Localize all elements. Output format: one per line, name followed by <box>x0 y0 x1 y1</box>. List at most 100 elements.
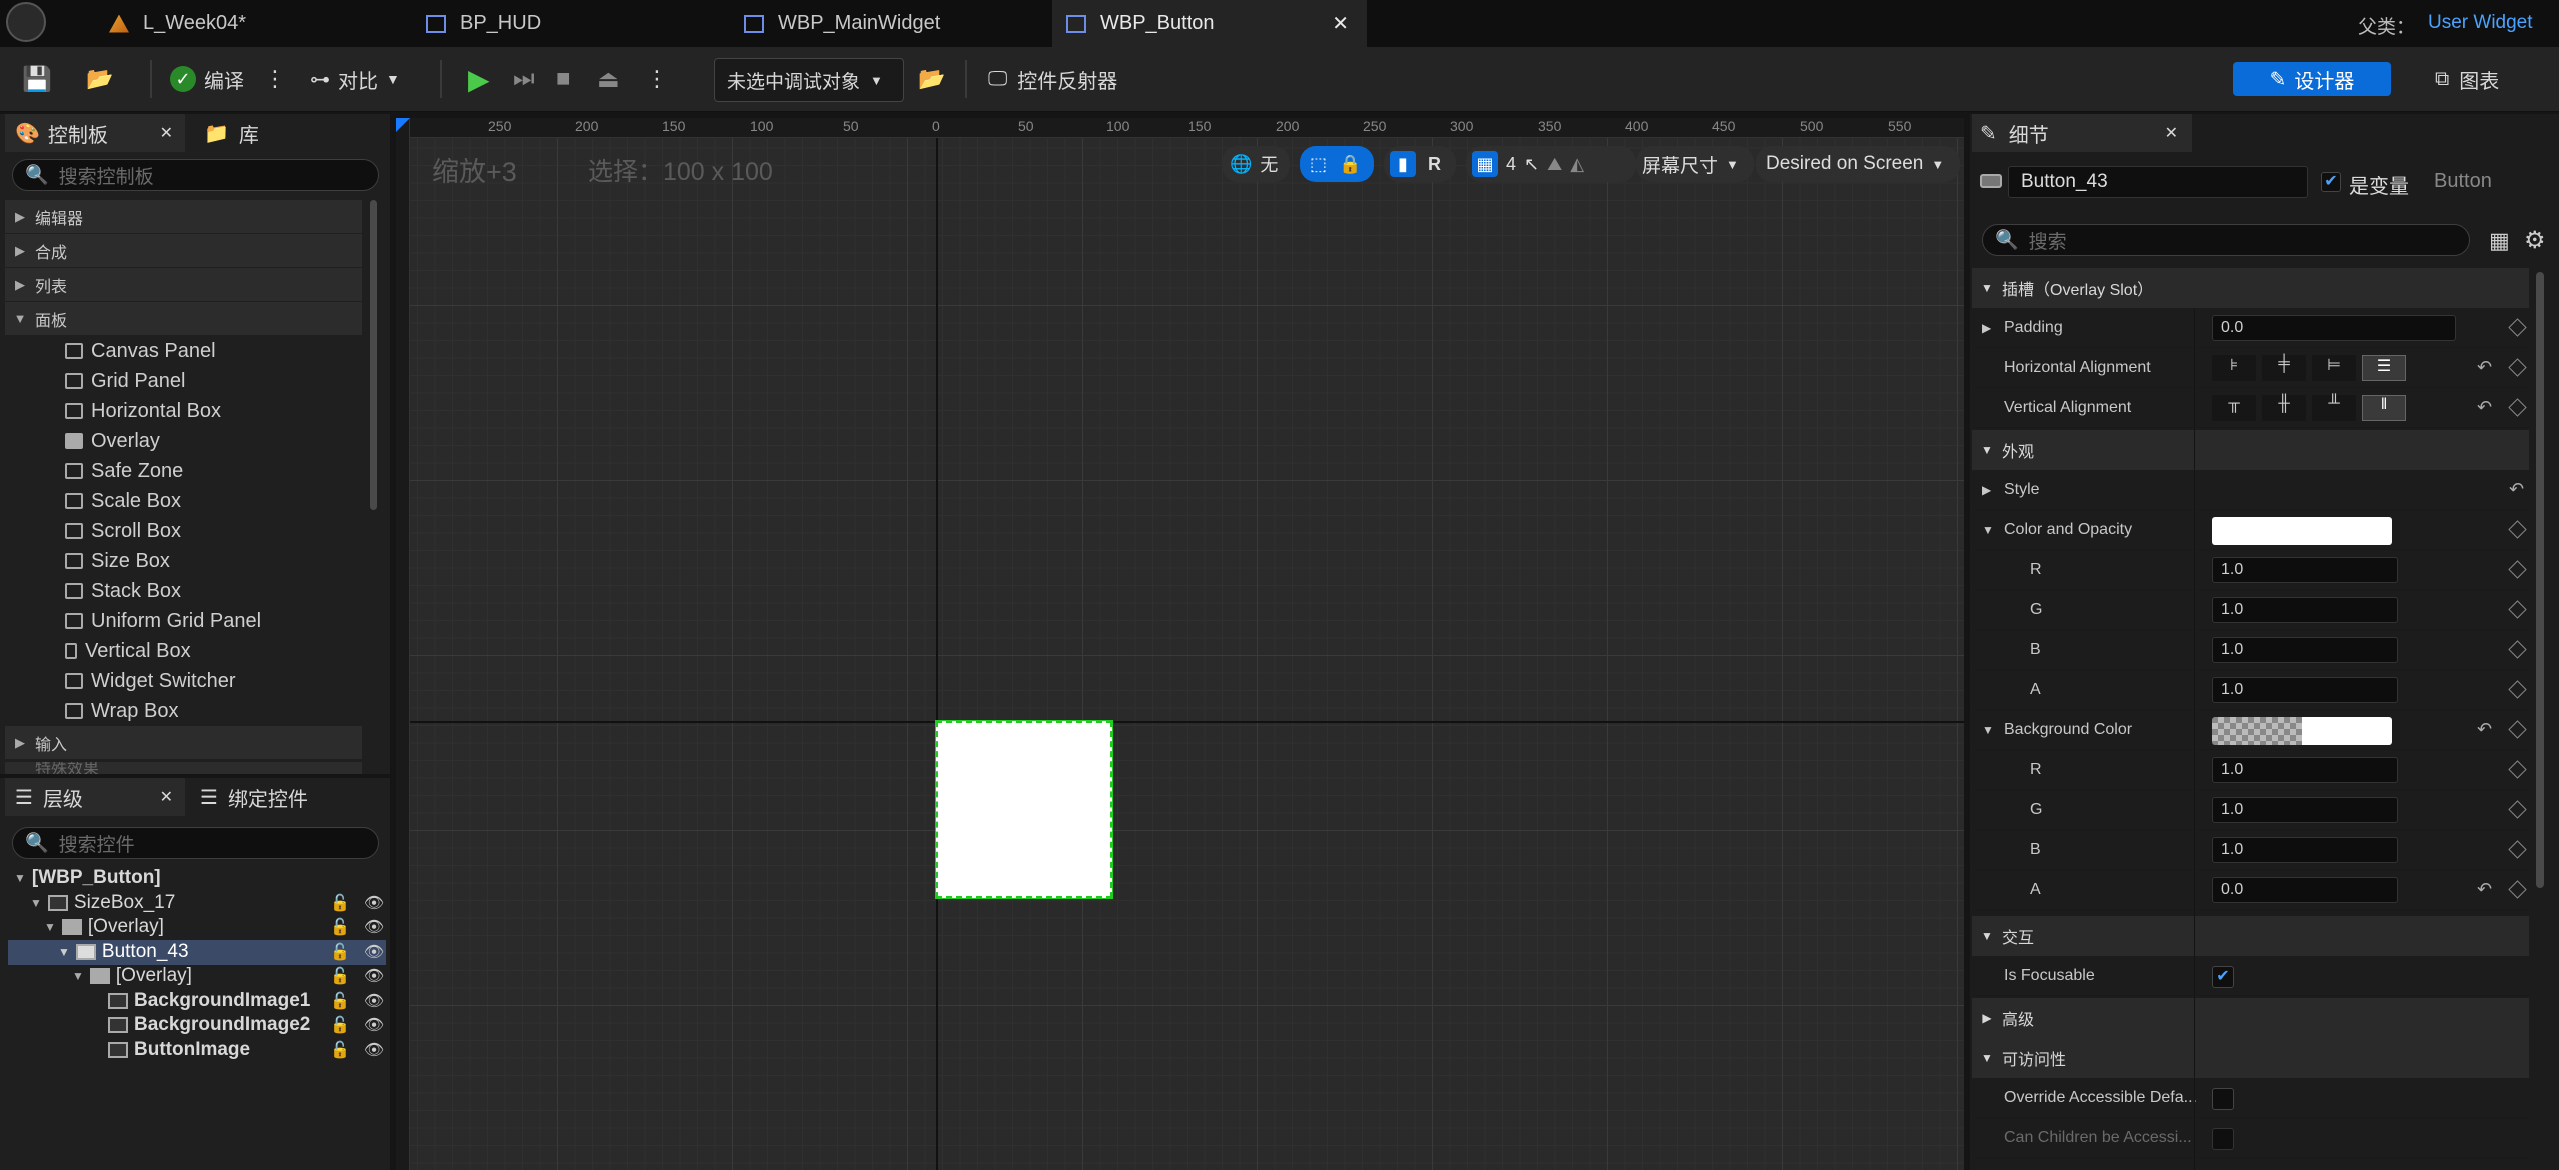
tab-bp-hud[interactable]: BP_HUD <box>412 0 712 47</box>
eject-icon[interactable]: ⏏ <box>597 58 620 100</box>
fill-mode-dropdown[interactable]: Desired on Screen ▼ <box>1756 146 1960 182</box>
tab-level[interactable]: L_Week04* <box>95 0 375 47</box>
tab-details[interactable]: ✎ 细节 ✕ <box>1972 114 2192 152</box>
palette-item-horizontal-box[interactable]: Horizontal Box <box>65 396 221 426</box>
debug-object-select[interactable]: 未选中调试对象 ▼ <box>714 58 904 102</box>
save-icon[interactable]: 💾 <box>22 58 52 100</box>
palette-item-overlay[interactable]: Overlay <box>65 426 160 456</box>
reset-icon[interactable]: ↶ <box>2477 719 2492 740</box>
color-g-input[interactable]: 1.0 <box>2212 596 2398 623</box>
color-a-input[interactable]: 1.0 <box>2212 676 2398 703</box>
lock-icon[interactable]: 🔓 <box>330 966 350 986</box>
tree-row-button[interactable]: ▼ Button_43 <box>58 940 189 964</box>
play-options-icon[interactable]: ⋮ <box>646 58 668 100</box>
bg-color-swatch[interactable] <box>2212 717 2392 745</box>
tree-row-overlay[interactable]: ▼ [Overlay] <box>44 915 164 939</box>
palette-item-scale-box[interactable]: Scale Box <box>65 486 181 516</box>
keyframe-diamond-icon[interactable] <box>2508 880 2527 899</box>
palette-scrollbar[interactable] <box>370 200 377 510</box>
step-icon[interactable]: ⏭ <box>513 58 535 100</box>
stop-icon[interactable]: ■ <box>556 58 571 100</box>
compile-options-icon[interactable]: ⋮ <box>264 58 286 100</box>
is-variable-checkbox[interactable]: ✔ <box>2321 172 2341 192</box>
color-swatch[interactable] <box>2212 517 2392 545</box>
tab-hierarchy[interactable]: ☰ 层级 ✕ <box>5 778 185 816</box>
tree-row-bg-image2[interactable]: BackgroundImage2 <box>108 1013 310 1037</box>
category-editor[interactable]: ▶ 编辑器 <box>5 200 362 233</box>
close-icon[interactable]: ✕ <box>2165 123 2178 143</box>
palette-item-size-box[interactable]: Size Box <box>65 546 170 576</box>
keyframe-diamond-icon[interactable] <box>2508 680 2527 699</box>
lock-icon[interactable]: 🔓 <box>330 942 350 962</box>
palette-item-grid-panel[interactable]: Grid Panel <box>65 366 186 396</box>
visibility-eye-icon[interactable]: 👁 <box>364 942 384 962</box>
reset-icon[interactable]: ↶ <box>2477 357 2492 378</box>
collapse-arrow-icon[interactable]: ▼ <box>1982 523 1994 537</box>
override-accessible-checkbox[interactable] <box>2212 1088 2234 1110</box>
compile-button[interactable]: ✓ 编译 <box>170 58 244 100</box>
hierarchy-search-input[interactable]: 🔍 搜索控件 <box>12 827 379 859</box>
visibility-eye-icon[interactable]: 👁 <box>364 1015 384 1035</box>
tree-row-bg-image1[interactable]: BackgroundImage1 <box>108 989 310 1013</box>
keyframe-diamond-icon[interactable] <box>2508 560 2527 579</box>
keyframe-diamond-icon[interactable] <box>2508 358 2527 377</box>
keyframe-diamond-icon[interactable] <box>2508 398 2527 417</box>
keyframe-diamond-icon[interactable] <box>2508 600 2527 619</box>
children-accessible-checkbox[interactable] <box>2212 1128 2234 1150</box>
bg-b-input[interactable]: 1.0 <box>2212 836 2398 863</box>
debug-browse-icon[interactable]: 📂 <box>918 58 945 100</box>
visibility-eye-icon[interactable]: 👁 <box>364 893 384 913</box>
lock-icon[interactable]: 🔓 <box>330 1015 350 1035</box>
tab-library[interactable]: 📁 库 <box>200 114 259 152</box>
close-icon[interactable]: ✕ <box>160 787 173 807</box>
expand-arrow-icon[interactable]: ▶ <box>1982 321 1991 335</box>
align-right-icon[interactable]: ⊨ <box>2312 355 2356 381</box>
reset-icon[interactable]: ↶ <box>2477 397 2492 418</box>
reset-icon[interactable]: ↶ <box>2477 879 2492 900</box>
lock-icon[interactable]: 🔓 <box>330 917 350 937</box>
layout-mode-button[interactable]: ⬚ 🔒 <box>1300 146 1374 182</box>
category-panel[interactable]: ▼ 面板 <box>5 302 362 335</box>
visibility-eye-icon[interactable]: 👁 <box>364 991 384 1011</box>
designer-button[interactable]: ✎ 设计器 <box>2233 62 2391 96</box>
lock-icon[interactable]: 🔓 <box>330 991 350 1011</box>
align-middle-icon[interactable]: ╫ <box>2262 395 2306 421</box>
section-interaction[interactable]: ▼ 交互 <box>1972 916 2529 956</box>
category-input[interactable]: ▶ 输入 <box>5 726 362 759</box>
tree-row-sizebox[interactable]: ▼ SizeBox_17 <box>30 891 175 915</box>
gear-icon[interactable]: ⚙ <box>2524 226 2546 255</box>
section-appearance[interactable]: ▼ 外观 <box>1972 430 2529 470</box>
color-b-input[interactable]: 1.0 <box>2212 636 2398 663</box>
expand-arrow-icon[interactable]: ▶ <box>1982 483 1991 497</box>
palette-item-canvas-panel[interactable]: Canvas Panel <box>65 336 216 366</box>
align-fill-icon[interactable]: ☰ <box>2362 355 2406 381</box>
keyframe-diamond-icon[interactable] <box>2508 840 2527 859</box>
palette-item-scroll-box[interactable]: Scroll Box <box>65 516 181 546</box>
lock-icon[interactable]: 🔓 <box>330 1040 350 1060</box>
tab-main-widget[interactable]: WBP_MainWidget <box>730 0 1030 47</box>
tab-wbp-button[interactable]: WBP_Button ✕ <box>1052 0 1367 47</box>
close-icon[interactable]: ✕ <box>160 123 173 143</box>
widget-reflector-button[interactable]: 🖵 控件反射器 <box>988 58 1117 100</box>
bg-a-input[interactable]: 0.0 <box>2212 876 2398 903</box>
bg-r-input[interactable]: 1.0 <box>2212 756 2398 783</box>
tab-palette[interactable]: 🎨 控制板 ✕ <box>5 114 185 152</box>
unreal-logo-icon[interactable] <box>6 2 46 42</box>
palette-search-input[interactable]: 🔍 搜索控制板 <box>12 159 379 191</box>
respect-locks-button[interactable]: ▮ R <box>1384 146 1456 182</box>
diff-button[interactable]: ⊶ 对比 ▼ <box>310 58 400 100</box>
keyframe-diamond-icon[interactable] <box>2508 640 2527 659</box>
is-focusable-checkbox[interactable]: ✔ <box>2212 966 2234 988</box>
category-effects-partial[interactable]: 特殊效果 <box>5 762 362 774</box>
graph-button[interactable]: ⧉ 图表 <box>2435 58 2499 100</box>
padding-input[interactable]: 0.0 <box>2212 314 2456 341</box>
section-advanced[interactable]: ▶ 高级 <box>1972 998 2529 1038</box>
align-left-icon[interactable]: ⊧ <box>2212 355 2256 381</box>
category-list[interactable]: ▶ 列表 <box>5 268 362 301</box>
reset-icon[interactable]: ↶ <box>2509 479 2524 500</box>
close-tab-icon[interactable]: ✕ <box>1332 11 1349 36</box>
tree-row-button-image[interactable]: ButtonImage <box>108 1038 250 1062</box>
details-scrollbar[interactable] <box>2536 272 2544 888</box>
palette-item-uniform-grid-panel[interactable]: Uniform Grid Panel <box>65 606 261 636</box>
details-search-input[interactable]: 🔍 搜索 <box>1982 224 2470 256</box>
